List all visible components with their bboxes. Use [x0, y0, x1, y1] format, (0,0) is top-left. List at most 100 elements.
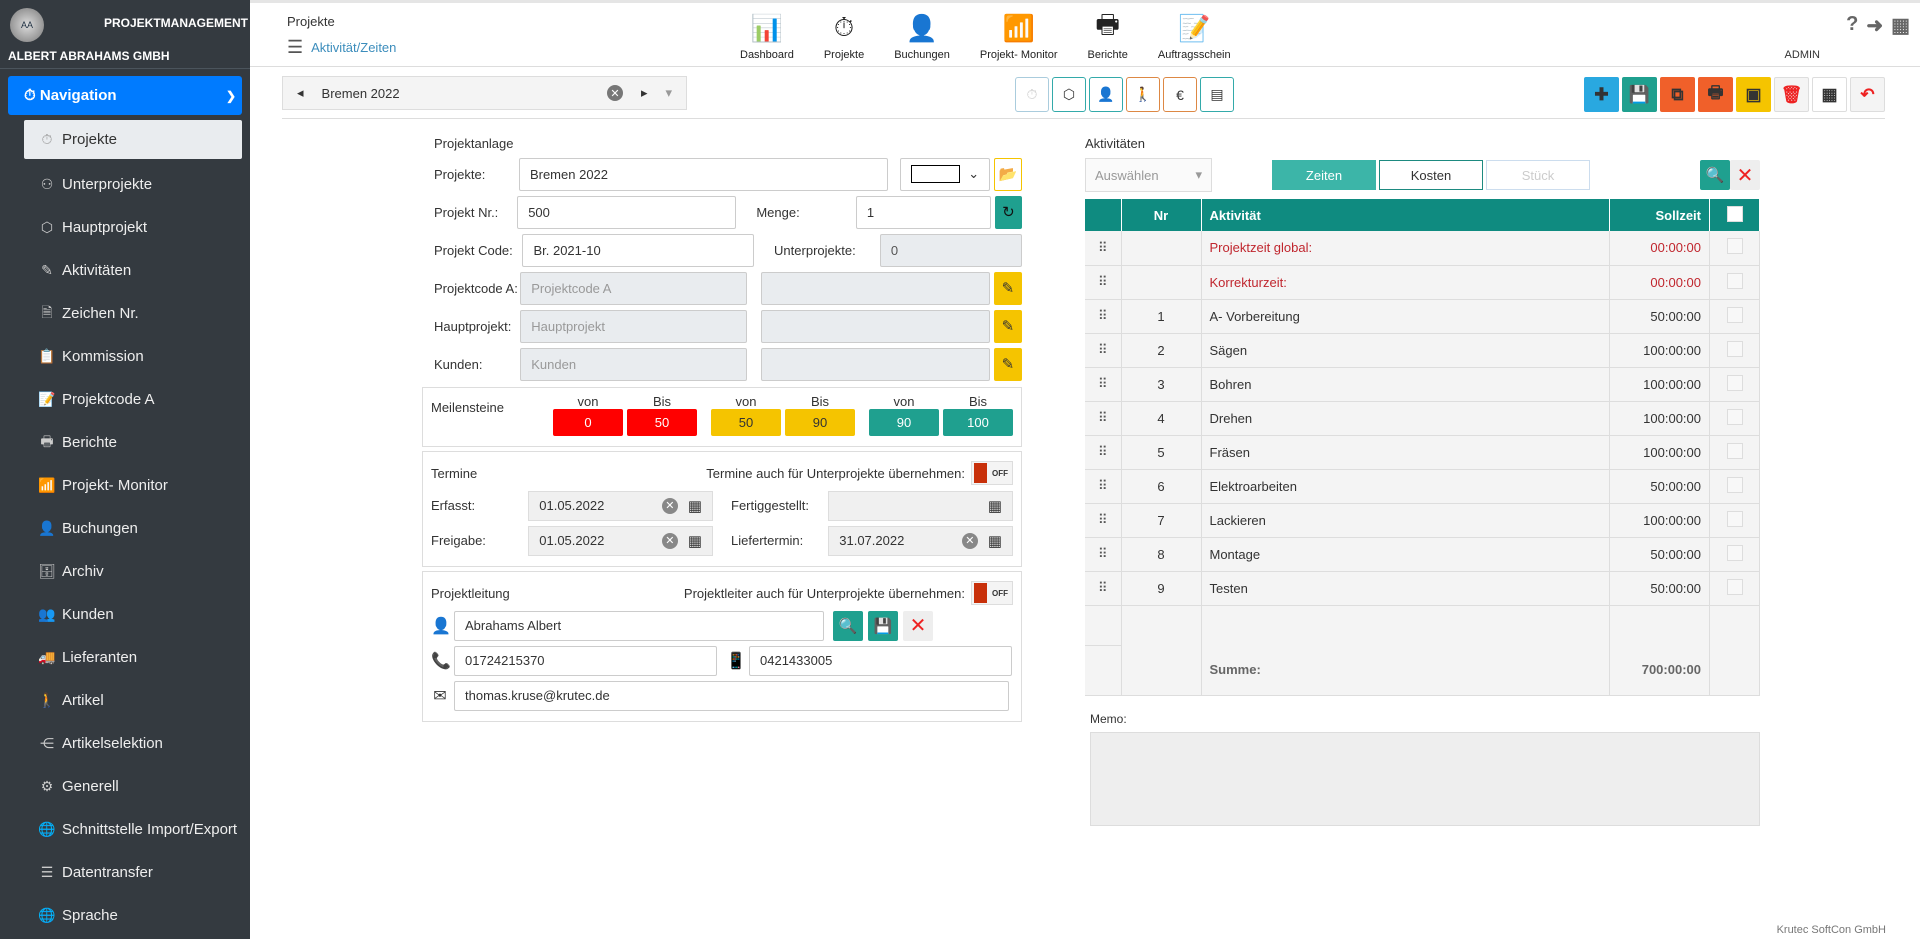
- project-selector[interactable]: ◂ Bremen 2022 ✕ ▸ ▾: [282, 76, 687, 110]
- hauptprojekt-input[interactable]: Hauptprojekt: [520, 309, 747, 343]
- booking-icon[interactable]: 👤: [1089, 77, 1123, 112]
- milestone-to[interactable]: 90: [785, 409, 855, 436]
- sidebar-item-berichte[interactable]: 🖶 Berichte: [24, 421, 242, 464]
- clear-icon[interactable]: ✕: [661, 497, 678, 514]
- tab-zeiten[interactable]: Zeiten: [1272, 160, 1376, 190]
- table-row[interactable]: ⠿ Projektzeit global: 00:00:00: [1085, 231, 1760, 266]
- nav-projekt-monitor[interactable]: 📶 Projekt- Monitor: [980, 11, 1058, 62]
- nav-buchungen[interactable]: 👤 Buchungen: [894, 11, 950, 62]
- nav-dashboard[interactable]: 📊 Dashboard: [740, 11, 794, 62]
- add-button[interactable]: ✚: [1584, 77, 1619, 112]
- row-checkbox[interactable]: [1726, 306, 1743, 323]
- grid-icon[interactable]: ▦: [1891, 13, 1910, 38]
- calendar-icon[interactable]: ▦: [988, 532, 1002, 550]
- drag-handle-icon[interactable]: ⠿: [1085, 231, 1122, 266]
- column-nr[interactable]: Nr: [1121, 199, 1202, 231]
- drag-handle-icon[interactable]: ⠿: [1085, 469, 1122, 504]
- row-checkbox[interactable]: [1726, 510, 1743, 527]
- milestone-from[interactable]: 90: [869, 409, 939, 436]
- column-aktivitaet[interactable]: Aktivität: [1201, 199, 1610, 231]
- sidebar-item-sprache[interactable]: 🌐 Sprache: [24, 894, 242, 937]
- nav-auftragsschein[interactable]: 📝 Auftragsschein: [1158, 11, 1231, 62]
- tab-kosten[interactable]: Kosten: [1379, 160, 1483, 190]
- color-select[interactable]: ⌄: [900, 157, 991, 191]
- sidebar-item-hauptprojekt[interactable]: ⬡ Hauptprojekt: [24, 206, 242, 249]
- navigation-toggle[interactable]: ⏱ Navigation ❯: [8, 76, 242, 115]
- drag-handle-icon[interactable]: ⠿: [1085, 571, 1122, 606]
- sidebar-item-zeichen-nr-[interactable]: 🗎 Zeichen Nr.: [24, 292, 242, 335]
- sidebar-item-lieferanten[interactable]: 🚚 Lieferanten: [24, 636, 242, 679]
- clear-icon[interactable]: ✕: [961, 532, 978, 549]
- table-row[interactable]: ⠿ 8 Montage 50:00:00: [1085, 537, 1760, 572]
- phone-input[interactable]: 01724215370: [454, 645, 717, 676]
- drag-handle-icon[interactable]: ⠿: [1085, 333, 1122, 368]
- drag-handle-icon[interactable]: ⠿: [1085, 367, 1122, 402]
- calculator-icon[interactable]: ▤: [1200, 77, 1234, 112]
- table-row[interactable]: ⠿ 5 Fräsen 100:00:00: [1085, 435, 1760, 470]
- sidebar-item-projekt-monitor[interactable]: 📶 Projekt- Monitor: [24, 464, 242, 507]
- erfasst-date[interactable]: 01.05.2022 ✕ ▦: [528, 490, 713, 521]
- refresh-icon[interactable]: ↻: [994, 195, 1022, 229]
- menge-input[interactable]: 1: [855, 195, 991, 229]
- table-row[interactable]: ⠿ 4 Drehen 100:00:00: [1085, 401, 1760, 436]
- fertiggestellt-date[interactable]: ▦: [828, 490, 1013, 521]
- leiter-name-input[interactable]: Abrahams Albert: [454, 610, 824, 641]
- row-checkbox[interactable]: [1726, 272, 1743, 289]
- sidebar-item-aktivitäten[interactable]: ✎ Aktivitäten: [24, 249, 242, 292]
- help-icon[interactable]: ?: [1846, 13, 1858, 38]
- edit-icon[interactable]: ✎: [993, 309, 1023, 343]
- logout-icon[interactable]: ➜: [1866, 13, 1883, 38]
- milestone-to[interactable]: 50: [627, 409, 697, 436]
- nav-berichte[interactable]: 🖶 Berichte: [1088, 9, 1128, 61]
- prev-icon[interactable]: ◂: [297, 85, 304, 101]
- dropdown-icon[interactable]: ▾: [665, 85, 672, 101]
- table-row[interactable]: ⠿ 2 Sägen 100:00:00: [1085, 333, 1760, 368]
- sidebar-item-generell[interactable]: ⚙ Generell: [24, 765, 242, 808]
- hierarchy-icon[interactable]: ⬡: [1052, 77, 1086, 112]
- worker-icon[interactable]: 🚶: [1126, 77, 1160, 112]
- projektcode-a-input[interactable]: Projektcode A: [520, 271, 747, 305]
- menu-icon[interactable]: ☰: [287, 37, 303, 58]
- sidebar-item-artikelselektion[interactable]: ⋲ Artikelselektion: [24, 722, 242, 765]
- save-icon[interactable]: 💾: [1622, 77, 1657, 112]
- memo-textarea[interactable]: [1090, 732, 1760, 826]
- next-icon[interactable]: ▸: [641, 85, 648, 101]
- sidebar-item-kommission[interactable]: 📋 Kommission: [24, 335, 242, 378]
- sidebar-item-archiv[interactable]: 🗄 Archiv: [24, 550, 242, 593]
- activity-select[interactable]: Auswählen ▾: [1085, 158, 1212, 192]
- milestone-from[interactable]: 0: [553, 409, 623, 436]
- milestone-from[interactable]: 50: [711, 409, 781, 436]
- sidebar-item-kunden[interactable]: 👥 Kunden: [24, 593, 242, 636]
- column-sollzeit[interactable]: Sollzeit: [1609, 199, 1710, 231]
- tab-stueck[interactable]: Stück: [1486, 160, 1590, 190]
- save-as-icon[interactable]: ▣: [1736, 77, 1771, 112]
- drag-handle-icon[interactable]: ⠿: [1085, 503, 1122, 538]
- close-icon[interactable]: ✕: [903, 610, 933, 641]
- row-checkbox[interactable]: [1726, 374, 1743, 391]
- sidebar-item-buchungen[interactable]: 👤 Buchungen: [24, 507, 242, 550]
- edit-icon[interactable]: ✎: [993, 347, 1023, 381]
- grid-icon[interactable]: ▦: [1812, 77, 1847, 112]
- save-icon[interactable]: 💾: [868, 610, 898, 641]
- table-row[interactable]: ⠿ Korrekturzeit: 00:00:00: [1085, 265, 1760, 300]
- projekt-code-input[interactable]: Br. 2021-10: [522, 233, 755, 267]
- calendar-icon[interactable]: ▦: [988, 497, 1002, 515]
- sidebar-item-projekte[interactable]: ⏱ Projekte: [24, 120, 242, 159]
- row-checkbox[interactable]: [1726, 340, 1743, 357]
- copy-icon[interactable]: ⧉: [1660, 77, 1695, 112]
- stopwatch-icon[interactable]: ⏱: [1015, 77, 1049, 112]
- freigabe-date[interactable]: 01.05.2022 ✕ ▦: [528, 525, 713, 556]
- table-row[interactable]: ⠿ 9 Testen 50:00:00: [1085, 571, 1760, 606]
- mobile-input[interactable]: 0421433005: [749, 645, 1012, 676]
- projekt-nr-input[interactable]: 500: [517, 195, 737, 229]
- sidebar-item-unterprojekte[interactable]: ⚇ Unterprojekte: [24, 163, 242, 206]
- projekte-input[interactable]: Bremen 2022: [518, 157, 889, 191]
- edit-icon[interactable]: ✎: [993, 271, 1023, 305]
- calendar-icon[interactable]: ▦: [688, 532, 702, 550]
- print-icon[interactable]: 🖶: [1698, 77, 1733, 112]
- sidebar-item-datentransfer[interactable]: ☰ Datentransfer: [24, 851, 242, 894]
- leitung-toggle[interactable]: OFF: [971, 581, 1013, 605]
- breadcrumb-link[interactable]: Aktivität/Zeiten: [311, 40, 396, 55]
- back-icon[interactable]: ↶: [1850, 77, 1885, 112]
- drag-handle-icon[interactable]: ⠿: [1085, 401, 1122, 436]
